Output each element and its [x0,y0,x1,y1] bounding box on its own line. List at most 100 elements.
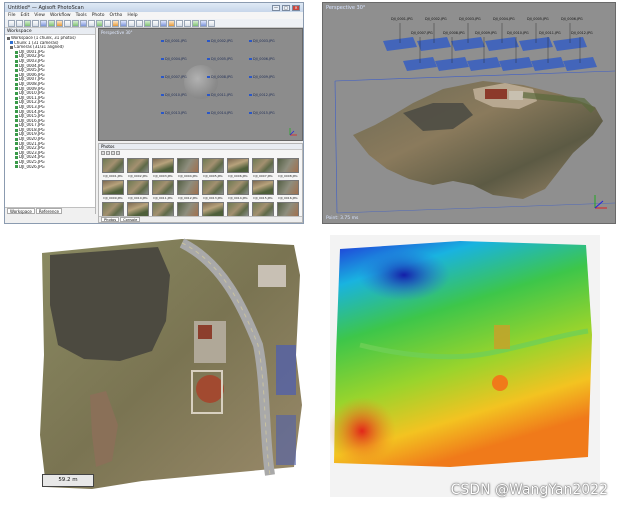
toolbar-button[interactable] [16,20,23,27]
remove-icon[interactable] [111,151,115,155]
camera-label[interactable]: DJI_0003.JPG [249,39,275,43]
menu-photo[interactable]: Photo [92,13,105,18]
thumbnail-caption: DJI_0009.JPG [103,196,123,200]
toolbar-button[interactable] [120,20,127,27]
title-bar: Untitled* — Agisoft PhotoScan — □ × [5,3,303,12]
toolbar-button[interactable] [104,20,111,27]
toolbar-button[interactable] [40,20,47,27]
camera-label[interactable]: DJI_0011.JPG [207,93,233,97]
photo-thumbnail[interactable]: DJI_0003.JPG [152,158,174,178]
photo-thumbnail[interactable]: DJI_0010.JPG [127,180,149,200]
photo-thumbnail[interactable]: DJI_0016.JPG [277,180,299,200]
toolbar-button[interactable] [184,20,191,27]
orthomosaic-image [40,238,302,489]
toolbar-button[interactable] [208,20,215,27]
view-thumbs-icon[interactable] [101,151,105,155]
thumbnail-image [227,180,249,195]
tab-photos[interactable]: Photos [101,217,120,222]
camera-label[interactable]: DJI_0010.JPG [161,93,187,97]
camera-label[interactable]: DJI_0015.JPG [249,111,275,115]
camera-label[interactable]: DJI_0005.JPG [207,57,233,61]
tab-reference[interactable]: Reference [35,208,63,214]
toolbar-button[interactable] [24,20,31,27]
toolbar-button[interactable] [176,20,183,27]
camera-label[interactable]: DJI_0008.JPG [207,75,233,79]
model-viewport[interactable]: Perspective 30° DJI_0001.JPG DJI_0002.JPG… [98,28,303,141]
minimize-button[interactable]: — [272,4,280,11]
toolbar-button[interactable] [80,20,87,27]
dem-peak [328,397,396,465]
toolbar-button[interactable] [32,20,39,27]
camera-label[interactable]: DJI_0006.JPG [249,57,275,61]
photo-thumbnail[interactable]: DJI_0006.JPG [227,158,249,178]
camera-label[interactable]: DJI_0002.JPG [207,39,233,43]
thumbnail-caption: DJI_0001.JPG [103,174,123,178]
photo-thumbnail[interactable]: DJI_0015.JPG [252,180,274,200]
camera-label[interactable]: DJI_0007.JPG [161,75,187,79]
menu-workflow[interactable]: Workflow [50,13,71,18]
thumbnail-caption: DJI_0014.JPG [228,196,248,200]
toolbar-button[interactable] [72,20,79,27]
tab-workspace[interactable]: Workspace [7,208,35,214]
thumbnail-caption: DJI_0007.JPG [253,174,273,178]
toolbar-button[interactable] [64,20,71,27]
toolbar-button[interactable] [128,20,135,27]
sports-court-2 [276,415,296,465]
photo-thumbnail[interactable]: DJI_0014.JPG [227,180,249,200]
photo-thumbnail[interactable]: DJI_0007.JPG [252,158,274,178]
point-cloud-camera-label: DJI_0010.JPG [507,31,529,35]
toolbar-button[interactable] [8,20,15,27]
photo-thumbnail[interactable]: DJI_0002.JPG [127,158,149,178]
photo-thumbnail[interactable]: DJI_0005.JPG [202,158,224,178]
thumbnail-caption: DJI_0012.JPG [178,196,198,200]
point-cloud-viewport[interactable]: Perspective 30° Point: 3.75 ms DJI_0001.… [322,2,616,224]
camera-label[interactable]: DJI_0013.JPG [161,111,187,115]
photo-thumbnail[interactable]: DJI_0004.JPG [177,158,199,178]
maximize-button[interactable]: □ [282,4,290,11]
menu-help[interactable]: Help [127,13,137,18]
toolbar-button[interactable] [144,20,151,27]
menu-view[interactable]: View [34,13,45,18]
camera-check-icon [15,87,18,91]
camera-check-icon [15,91,18,95]
toolbar-button[interactable] [136,20,143,27]
thumbnail-image [277,158,299,173]
photo-thumbnail[interactable]: DJI_0008.JPG [277,158,299,178]
photo-thumbnail[interactable]: DJI_0001.JPG [102,158,124,178]
toolbar-button[interactable] [56,20,63,27]
tree-photo-item[interactable]: DJI_0026.JPG [7,165,93,170]
point-cloud-camera-label: DJI_0002.JPG [425,17,447,21]
tab-console[interactable]: Console [120,217,141,222]
menu-edit[interactable]: Edit [21,13,30,18]
toolbar-button[interactable] [48,20,55,27]
toolbar-button[interactable] [168,20,175,27]
toolbar-button[interactable] [160,20,167,27]
photo-thumbnail[interactable]: DJI_0011.JPG [152,180,174,200]
scale-label: 59.2 m [58,477,78,483]
close-button[interactable]: × [292,4,300,11]
menu-file[interactable]: File [8,13,16,18]
camera-label[interactable]: DJI_0009.JPG [249,75,275,79]
photo-thumbnail[interactable]: DJI_0009.JPG [102,180,124,200]
camera-label[interactable]: DJI_0012.JPG [249,93,275,97]
photo-thumbnail[interactable]: DJI_0012.JPG [177,180,199,200]
orthomosaic-panel: 59.2 m [32,235,304,497]
thumbnail-caption: DJI_0003.JPG [153,174,173,178]
photo-thumbnail[interactable]: DJI_0013.JPG [202,180,224,200]
toolbar-button[interactable] [152,20,159,27]
camera-label[interactable]: DJI_0001.JPG [161,39,187,43]
toolbar-button[interactable] [112,20,119,27]
point-cloud-camera-label: DJI_0003.JPG [459,17,481,21]
camera-label[interactable]: DJI_0014.JPG [207,111,233,115]
toolbar-button[interactable] [88,20,95,27]
view-details-icon[interactable] [106,151,110,155]
menu-ortho[interactable]: Ortho [110,13,123,18]
camera-label[interactable]: DJI_0004.JPG [161,57,187,61]
camera-check-icon [15,156,18,160]
toolbar-button[interactable] [200,20,207,27]
camera-check-icon [15,133,18,137]
toolbar-button[interactable] [96,20,103,27]
rotate-icon[interactable] [116,151,120,155]
toolbar-button[interactable] [192,20,199,27]
menu-tools[interactable]: Tools [76,13,87,18]
